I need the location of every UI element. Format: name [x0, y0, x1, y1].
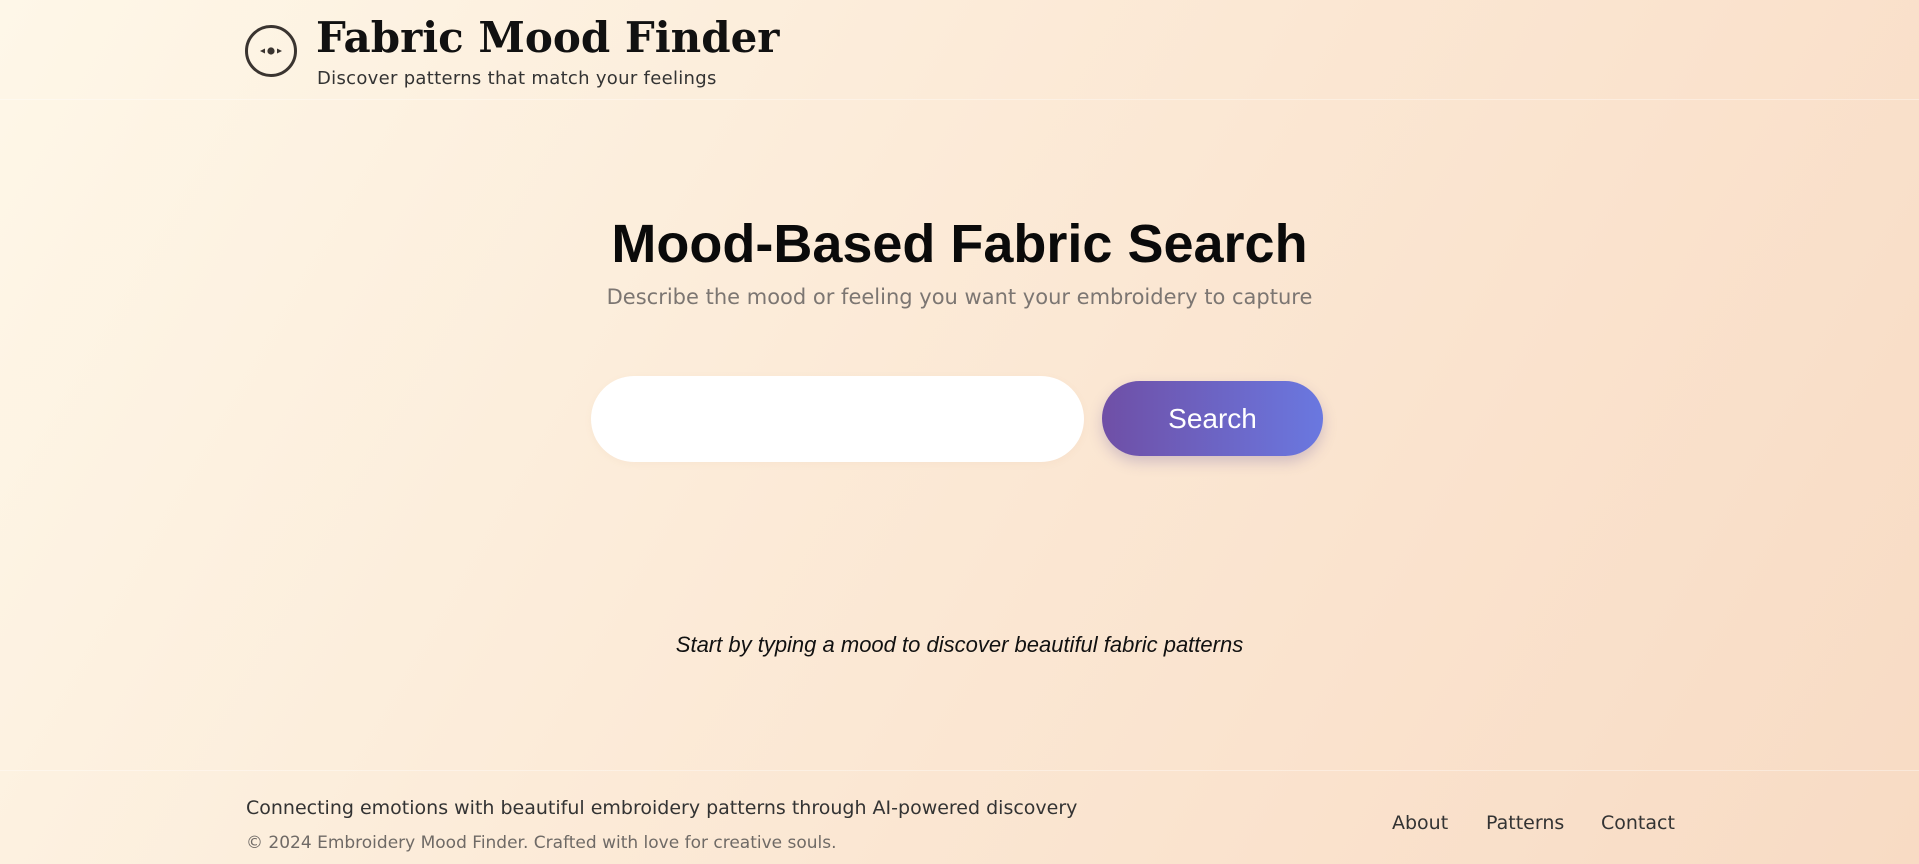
mood-search-input[interactable] — [591, 376, 1084, 462]
footer-link-patterns[interactable]: Patterns — [1486, 810, 1564, 836]
footer-link-about[interactable]: About — [1392, 810, 1448, 836]
empty-state-message: Start by typing a mood to discover beaut… — [675, 632, 1244, 657]
footer-tagline: Connecting emotions with beautiful embro… — [246, 797, 1078, 819]
site-title: Fabric Mood Finder — [316, 13, 780, 62]
footer-copyright: © 2024 Embroidery Mood Finder. Crafted w… — [246, 833, 837, 853]
search-button[interactable]: Search — [1102, 381, 1323, 456]
page-title: Mood-Based Fabric Search — [611, 214, 1308, 274]
eye-icon — [245, 25, 297, 77]
site-header: Fabric Mood Finder Discover patterns tha… — [0, 0, 1919, 100]
footer-link-contact[interactable]: Contact — [1601, 810, 1675, 836]
page-subtitle: Describe the mood or feeling you want yo… — [606, 285, 1313, 309]
site-tagline: Discover patterns that match your feelin… — [317, 68, 717, 89]
site-footer: Connecting emotions with beautiful embro… — [0, 770, 1919, 864]
